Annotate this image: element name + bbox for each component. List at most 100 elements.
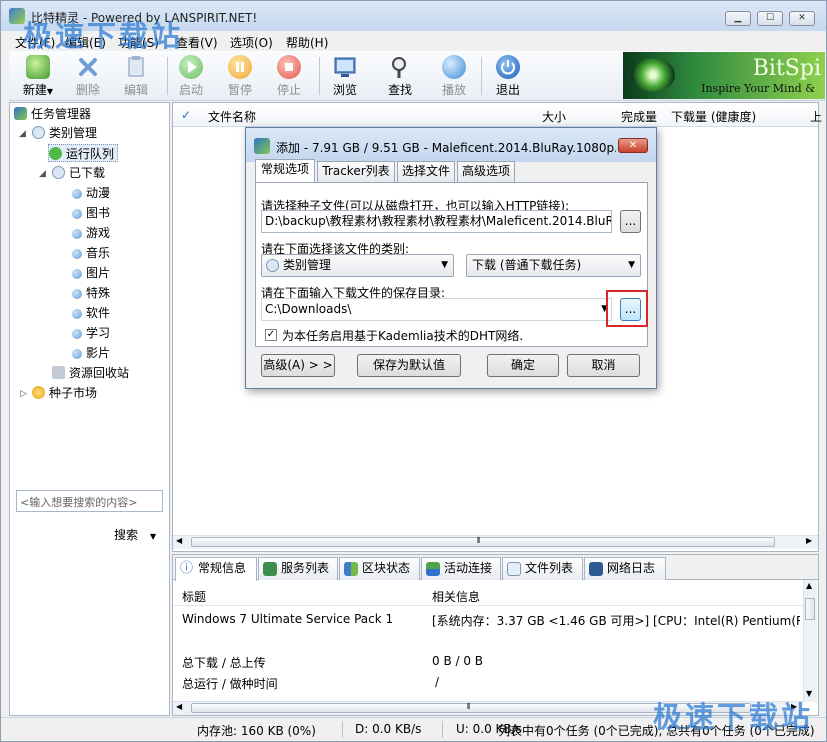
task-list-hscrollbar[interactable]: ◀ ⦀ ▶ xyxy=(173,535,818,549)
expand-arrow-icon[interactable]: ◢ xyxy=(19,129,26,139)
pause-button[interactable]: 暂停 xyxy=(215,53,265,99)
col-downloaded-health[interactable]: 下载量 (健康度) xyxy=(671,108,756,125)
new-dropdown-arrow[interactable]: ▼ xyxy=(47,87,53,96)
search-input[interactable]: <输入想要搜索的内容> xyxy=(16,490,163,512)
tree-item-2[interactable]: 图书 xyxy=(72,204,110,222)
browse-icon xyxy=(333,55,357,79)
dialog-close-button[interactable]: ✕ xyxy=(618,138,648,153)
col-upload[interactable]: 上 xyxy=(810,108,822,125)
task-list-header: ✓ 文件名称 大小 完成量 下载量 (健康度) 上 xyxy=(173,103,822,127)
edit-icon xyxy=(124,55,148,79)
menu-help[interactable]: 帮助(H) xyxy=(286,34,328,51)
tree-item-5[interactable]: 图片 xyxy=(72,264,110,282)
tab-active-connections[interactable]: 活动连接 xyxy=(421,557,501,580)
tree-item-1[interactable]: 动漫 xyxy=(72,184,110,202)
ok-button[interactable]: 确定 xyxy=(487,354,559,377)
tab-advanced-options[interactable]: 高级选项 xyxy=(457,161,515,182)
save-dir-input[interactable]: C:\Downloads\ ▼ xyxy=(261,298,612,321)
maximize-button[interactable]: ☐ xyxy=(757,11,783,26)
bitspirit-banner[interactable]: BitSpi Inspire Your Mind & xyxy=(623,52,825,99)
tab-general-options[interactable]: 常规选项 xyxy=(255,159,315,183)
search-button[interactable]: 搜索 ▼ xyxy=(114,526,156,543)
info-icon: ⓘ xyxy=(180,561,194,576)
category-dot-icon xyxy=(72,329,82,339)
task-manager-icon xyxy=(14,107,27,120)
search-dropdown-arrow[interactable]: ▼ xyxy=(150,532,156,541)
expand-arrow-icon[interactable]: ◢ xyxy=(39,169,46,179)
chevron-down-icon: ▼ xyxy=(441,260,448,270)
toolbar-separator xyxy=(481,57,482,95)
find-button[interactable]: 查找 xyxy=(375,53,425,99)
browse-button[interactable]: 浏览 xyxy=(320,53,370,99)
stop-button[interactable]: 停止 xyxy=(264,53,314,99)
scroll-right-arrow[interactable]: ▶ xyxy=(806,536,812,545)
torrent-market-icon xyxy=(32,386,45,399)
task-type-select[interactable]: 下载 (普通下载任务) ▼ xyxy=(466,254,641,277)
torrent-path-input[interactable]: D:\backup\教程素材\教程素材\教程素材\Maleficent.2014… xyxy=(261,210,612,233)
start-button[interactable]: 启动 xyxy=(166,53,216,99)
tree-item-6[interactable]: 特殊 xyxy=(72,284,110,302)
minimize-button[interactable]: ▁ xyxy=(725,11,751,26)
tree-torrent-market[interactable]: 种子市场 xyxy=(32,384,97,402)
running-queue-icon xyxy=(49,147,62,160)
tree-task-manager[interactable]: 任务管理器 xyxy=(14,105,91,123)
cancel-button[interactable]: 取消 xyxy=(567,354,640,377)
log-icon xyxy=(589,562,603,576)
delete-icon xyxy=(76,55,100,79)
tree-item-3[interactable]: 游戏 xyxy=(72,224,110,242)
delete-button[interactable]: 删除 xyxy=(63,53,113,99)
play-icon xyxy=(179,55,203,79)
tree-recycle-bin[interactable]: 资源回收站 xyxy=(52,364,129,382)
tab-block-status[interactable]: 区块状态 xyxy=(339,557,420,580)
edit-button[interactable]: 编辑 xyxy=(111,53,161,99)
block-status-icon xyxy=(344,562,358,576)
info-row-value: [系统内存：3.37 GB <1.46 GB 可用>] [CPU：Intel(R… xyxy=(432,614,800,628)
tab-server-list[interactable]: 服务列表 xyxy=(258,557,338,580)
category-dot-icon xyxy=(72,249,82,259)
status-memory: 内存池: 160 KB (0%) xyxy=(197,724,316,738)
check-column-icon[interactable]: ✓ xyxy=(181,108,191,122)
col-size[interactable]: 大小 xyxy=(542,108,566,125)
info-row-title: 总下载 / 总上传 xyxy=(182,656,266,670)
find-label: 查找 xyxy=(387,83,412,97)
info-vscrollbar[interactable]: ▲ ▼ xyxy=(803,580,817,702)
tab-network-log[interactable]: 网络日志 xyxy=(584,557,666,580)
col-completed[interactable]: 完成量 xyxy=(621,108,657,125)
scroll-up-arrow[interactable]: ▲ xyxy=(806,581,812,590)
exit-button[interactable]: 退出 xyxy=(483,53,533,99)
tab-select-files[interactable]: 选择文件 xyxy=(397,161,455,182)
tree-item-8[interactable]: 学习 xyxy=(72,324,110,342)
tab-general-info[interactable]: ⓘ 常规信息 xyxy=(175,557,257,581)
tab-tracker-list[interactable]: Tracker列表 xyxy=(317,161,395,182)
scroll-left-arrow[interactable]: ◀ xyxy=(176,702,182,711)
scroll-thumb[interactable]: ⦀ xyxy=(191,536,775,547)
scroll-left-arrow[interactable]: ◀ xyxy=(176,536,182,545)
tree-item-7[interactable]: 软件 xyxy=(72,304,110,322)
col-file-name[interactable]: 文件名称 xyxy=(208,108,256,125)
dht-checkbox[interactable]: ✓ xyxy=(265,329,277,341)
tab-file-list[interactable]: 文件列表 xyxy=(502,557,583,580)
new-button[interactable]: 新建▼ xyxy=(13,53,63,99)
sidebar: 任务管理器 ◢ 类别管理 运行队列 ◢ 已下载 动漫图书游戏音乐图片特殊软件学习… xyxy=(9,102,170,716)
dialog-title: 添加 - 7.91 GB / 9.51 GB - Maleficent.2014… xyxy=(276,141,616,155)
save-as-default-button[interactable]: 保存为默认值 xyxy=(357,354,461,377)
collapse-arrow-icon[interactable]: ▷ xyxy=(20,389,27,399)
advanced-button[interactable]: 高级(A) > > xyxy=(261,354,335,377)
category-select[interactable]: 类别管理 ▼ xyxy=(261,254,454,277)
tree-item-9[interactable]: 影片 xyxy=(72,344,110,362)
play-media-button[interactable]: 播放 xyxy=(429,53,479,99)
tree-category[interactable]: 类别管理 xyxy=(32,124,97,142)
server-list-icon xyxy=(263,562,277,576)
tree-downloaded[interactable]: 已下载 xyxy=(52,164,105,182)
info-row-value: / xyxy=(435,675,440,689)
delete-label: 删除 xyxy=(75,83,100,97)
torrent-browse-button[interactable]: ... xyxy=(620,210,641,233)
close-button[interactable]: ✕ xyxy=(789,11,815,26)
menu-options[interactable]: 选项(O) xyxy=(230,34,273,51)
info-col-title: 标题 xyxy=(182,590,207,604)
tree-running-queue[interactable]: 运行队列 xyxy=(48,144,119,162)
start-label: 启动 xyxy=(178,83,203,97)
tree-item-4[interactable]: 音乐 xyxy=(72,244,110,262)
dialog-app-icon xyxy=(254,138,270,154)
scroll-thumb[interactable] xyxy=(805,598,815,620)
